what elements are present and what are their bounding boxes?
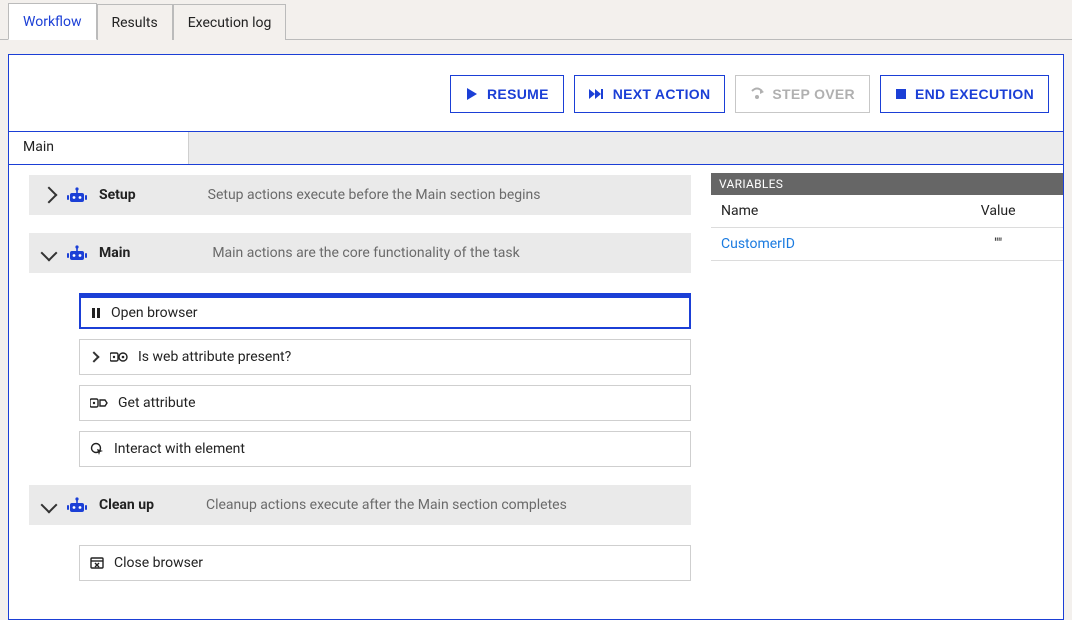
robot-icon — [67, 244, 87, 262]
resume-button[interactable]: RESUME — [450, 75, 564, 113]
step-over-button: STEP OVER — [735, 75, 870, 113]
section-setup-head[interactable]: Setup Setup actions execute before the M… — [29, 175, 691, 215]
play-icon — [465, 87, 479, 101]
section-main-head[interactable]: Main Main actions are the core functiona… — [29, 233, 691, 273]
main-actions-list: Open browser Is web attribut — [29, 279, 691, 467]
step-over-label: STEP OVER — [772, 86, 855, 102]
end-execution-label: END EXECUTION — [915, 86, 1034, 102]
chevron-right-icon — [41, 187, 58, 204]
target-tag-icon — [90, 397, 108, 409]
variables-table: Name Value CustomerID "" — [711, 195, 1063, 261]
step-over-icon — [750, 87, 764, 101]
variables-col-name: Name — [711, 195, 933, 228]
action-is-web-attribute-present[interactable]: Is web attribute present? — [79, 339, 691, 375]
tab-workflow[interactable]: Workflow — [8, 3, 97, 40]
action-label: Is web attribute present? — [138, 349, 291, 365]
next-icon — [589, 87, 605, 101]
next-action-label: NEXT ACTION — [613, 86, 711, 102]
section-main-desc: Main actions are the core functionality … — [212, 245, 519, 261]
variables-header: Variables — [711, 173, 1063, 195]
action-open-browser[interactable]: Open browser — [79, 293, 691, 329]
workflow-body: Setup Setup actions execute before the M… — [9, 165, 1063, 619]
robot-icon — [67, 496, 87, 514]
chevron-right-icon — [88, 351, 99, 362]
cleanup-actions-list: Close browser — [29, 531, 691, 581]
workflow-frame: RESUME NEXT ACTION STEP OVER — [8, 54, 1064, 620]
chevron-down-icon — [41, 497, 58, 514]
task-subtab-strip: Main — [9, 131, 1063, 165]
action-label: Interact with element — [114, 441, 245, 457]
section-main-title: Main — [99, 245, 130, 261]
resume-label: RESUME — [487, 86, 549, 102]
next-action-button[interactable]: NEXT ACTION — [574, 75, 726, 113]
tab-execution-log[interactable]: Execution log — [173, 4, 287, 40]
target-eye-icon — [110, 351, 128, 363]
workflow-canvas: Setup Setup actions execute before the M… — [9, 165, 711, 619]
click-icon — [90, 442, 104, 456]
action-interact-with-element[interactable]: Interact with element — [79, 431, 691, 467]
section-cleanup-title: Clean up — [99, 497, 154, 513]
top-tab-strip: Workflow Results Execution log — [0, 0, 1072, 40]
action-label: Open browser — [111, 305, 198, 321]
table-row: CustomerID "" — [711, 228, 1063, 261]
chevron-down-icon — [41, 245, 58, 262]
section-cleanup-head[interactable]: Clean up Cleanup actions execute after t… — [29, 485, 691, 525]
action-get-attribute[interactable]: Get attribute — [79, 385, 691, 421]
end-execution-button[interactable]: END EXECUTION — [880, 75, 1049, 113]
variables-panel: Variables Name Value CustomerID "" — [711, 165, 1063, 619]
section-setup-desc: Setup actions execute before the Main se… — [208, 187, 541, 203]
variable-value-cell: "" — [933, 228, 1063, 261]
action-label: Get attribute — [118, 395, 196, 411]
pause-icon — [91, 307, 101, 319]
robot-icon — [67, 186, 87, 204]
section-setup-title: Setup — [99, 187, 136, 203]
action-close-browser[interactable]: Close browser — [79, 545, 691, 581]
section-setup: Setup Setup actions execute before the M… — [29, 175, 691, 215]
debug-toolbar: RESUME NEXT ACTION STEP OVER — [9, 55, 1063, 131]
close-window-icon — [90, 557, 104, 569]
variable-name-link[interactable]: CustomerID — [721, 236, 795, 252]
stop-icon — [895, 88, 907, 100]
section-cleanup-desc: Cleanup actions execute after the Main s… — [206, 497, 567, 513]
section-cleanup: Clean up Cleanup actions execute after t… — [29, 485, 691, 581]
action-label: Close browser — [114, 555, 203, 571]
tab-results[interactable]: Results — [97, 4, 173, 40]
subtab-main[interactable]: Main — [9, 132, 189, 164]
section-main: Main Main actions are the core functiona… — [29, 233, 691, 467]
variables-col-value: Value — [933, 195, 1063, 228]
